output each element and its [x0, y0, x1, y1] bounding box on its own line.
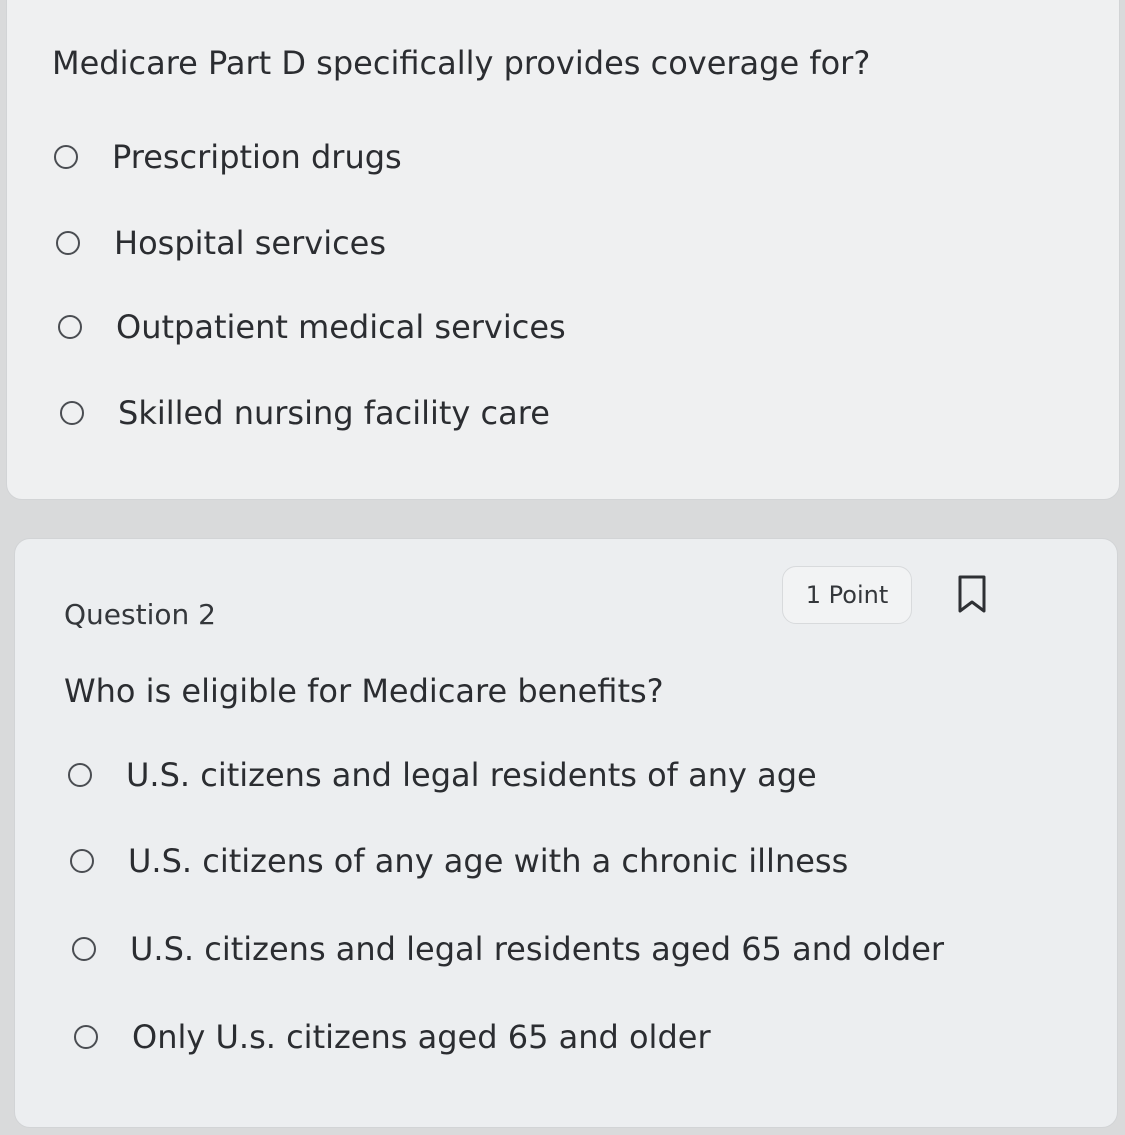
radio-unselected-icon[interactable]	[70, 849, 94, 873]
question-1-prompt: Medicare Part D specifically provides co…	[52, 44, 871, 82]
radio-unselected-icon[interactable]	[60, 401, 84, 425]
option-label: U.S. citizens and legal residents of any…	[126, 756, 817, 794]
option-label: U.S. citizens of any age with a chronic …	[128, 842, 849, 880]
option-label: Prescription drugs	[112, 138, 402, 176]
question-1-option-4[interactable]: Skilled nursing facility care	[60, 394, 550, 432]
option-label: Skilled nursing facility care	[118, 394, 550, 432]
bookmark-icon[interactable]	[956, 574, 988, 614]
question-2-option-1[interactable]: U.S. citizens and legal residents of any…	[68, 756, 817, 794]
question-2-option-2[interactable]: U.S. citizens of any age with a chronic …	[70, 842, 848, 880]
question-2-prompt: Who is eligible for Medicare benefits?	[64, 672, 664, 710]
radio-unselected-icon[interactable]	[58, 315, 82, 339]
option-label: Hospital services	[114, 224, 387, 262]
option-label: Outpatient medical services	[116, 308, 566, 346]
question-2-option-4[interactable]: Only U.s. citizens aged 65 and older	[74, 1018, 711, 1056]
question-2-option-3[interactable]: U.S. citizens and legal residents aged 6…	[72, 930, 944, 968]
question-2-number: Question 2	[64, 598, 216, 631]
points-badge: 1 Point	[782, 566, 912, 624]
question-1-option-1[interactable]: Prescription drugs	[54, 138, 402, 176]
radio-unselected-icon[interactable]	[54, 145, 78, 169]
radio-unselected-icon[interactable]	[68, 763, 92, 787]
option-label: Only U.s. citizens aged 65 and older	[132, 1018, 711, 1056]
radio-unselected-icon[interactable]	[72, 937, 96, 961]
question-1-option-3[interactable]: Outpatient medical services	[58, 308, 566, 346]
option-label: U.S. citizens and legal residents aged 6…	[130, 930, 945, 968]
question-1-option-2[interactable]: Hospital services	[56, 224, 386, 262]
radio-unselected-icon[interactable]	[74, 1025, 98, 1049]
radio-unselected-icon[interactable]	[56, 231, 80, 255]
